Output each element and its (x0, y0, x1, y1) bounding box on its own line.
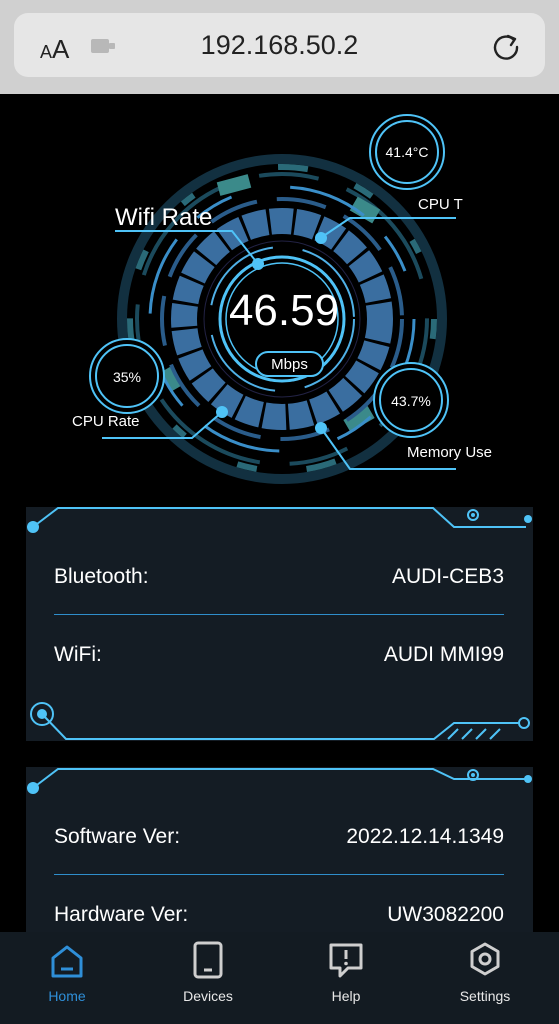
bluetooth-value: AUDI-CEB3 (391, 565, 504, 588)
cpu-rate-label: CPU Rate (72, 413, 140, 430)
cpu-rate-value: 35% (112, 369, 142, 385)
browser-toolbar: AA 192.168.50.2 (0, 0, 559, 94)
tab-help[interactable]: Help (291, 932, 401, 1024)
version-card: Software Ver: 2022.12.14.1349 Hardware V… (26, 767, 533, 937)
tab-home-label: Home (48, 988, 86, 1004)
bluetooth-label: Bluetooth: (54, 565, 149, 588)
url-text[interactable]: 192.168.50.2 (0, 30, 559, 61)
main-content: Wifi Rate 46.59 Mbps 41.4°C CPU T 35% CP… (0, 94, 559, 937)
cpu-temp-value: 41.4°C (385, 144, 429, 160)
cpu-temp-label: CPU T (418, 196, 463, 213)
hardware-version-label: Hardware Ver: (54, 903, 189, 926)
memory-label: Memory Use (407, 444, 493, 461)
tab-devices[interactable]: Devices (153, 932, 263, 1024)
device-icon (193, 941, 223, 979)
tab-help-label: Help (331, 988, 361, 1004)
tab-devices-label: Devices (183, 988, 233, 1004)
wifi-rate-unit: Mbps (271, 356, 308, 373)
wifi-value: AUDI MMI99 (383, 643, 504, 666)
connection-card: Bluetooth: AUDI-CEB3 WiFi: AUDI MMI99 (26, 507, 533, 741)
tab-settings[interactable]: Settings (430, 932, 540, 1024)
wifi-rate-gauge: Wifi Rate 46.59 Mbps 41.4°C CPU T 35% CP… (0, 94, 559, 494)
reload-icon[interactable] (490, 30, 522, 62)
wifi-rate-label: Wifi Rate (115, 204, 213, 231)
card-frame-decoration (27, 507, 532, 740)
row-divider (54, 874, 504, 875)
bottom-tab-bar: Home Devices Help Settings (0, 932, 559, 1024)
row-divider (54, 614, 504, 615)
settings-icon (470, 942, 500, 976)
help-icon (329, 943, 363, 978)
tab-settings-label: Settings (459, 988, 511, 1004)
software-version-value: 2022.12.14.1349 (346, 825, 504, 848)
software-version-label: Software Ver: (54, 825, 181, 848)
wifi-rate-value: 46.59 (228, 286, 340, 335)
tab-home[interactable]: Home (12, 932, 122, 1024)
hardware-version-value: UW3082200 (387, 903, 504, 926)
memory-value: 43.7% (391, 393, 431, 409)
wifi-label: WiFi: (54, 643, 102, 666)
home-icon (51, 945, 83, 978)
